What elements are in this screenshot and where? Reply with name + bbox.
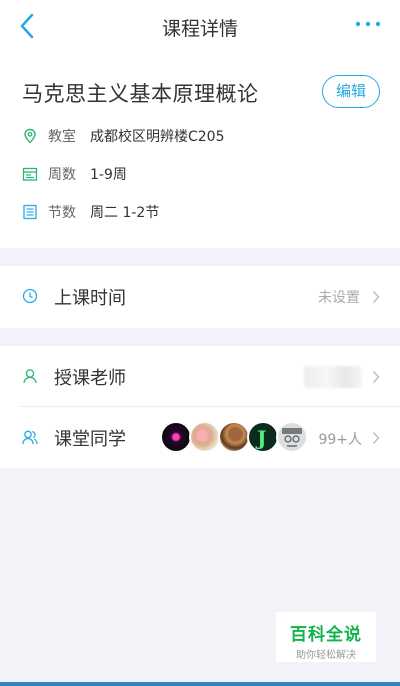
schedule-status: 未设置 — [318, 290, 360, 306]
nav-bar: 课程详情 — [0, 0, 400, 52]
avatar[interactable] — [218, 421, 250, 453]
classmates-count: 99+人 — [318, 432, 362, 448]
bottom-strip — [0, 682, 400, 686]
info-label: 教室 — [48, 129, 76, 145]
info-value: 1-9周 — [90, 167, 127, 183]
teacher-title: 授课老师 — [54, 368, 126, 389]
avatar[interactable] — [276, 421, 308, 453]
info-value: 成都校区明辨楼C205 — [90, 129, 225, 145]
teacher-row[interactable]: 授课老师 — [0, 346, 400, 407]
edit-button[interactable]: 编辑 — [322, 75, 380, 108]
course-info-card: 马克思主义基本原理概论 编辑 教室 成都校区明辨楼C205 周数 1-9周 节数… — [0, 52, 400, 248]
more-icon[interactable] — [354, 14, 382, 34]
chevron-right-icon — [372, 371, 380, 383]
classmates-row[interactable]: 课堂同学 J 99+人 — [0, 407, 400, 468]
avatar[interactable] — [189, 421, 221, 453]
info-label: 节数 — [48, 205, 76, 221]
clock-icon — [22, 288, 38, 304]
course-name: 马克思主义基本原理概论 — [22, 82, 259, 106]
location-icon — [24, 128, 36, 144]
classmates-title: 课堂同学 — [54, 429, 126, 450]
info-row-sessions: 节数 周二 1-2节 — [22, 200, 159, 224]
avatar-glyph: J — [257, 426, 267, 450]
avatar-face-icon — [282, 428, 302, 447]
teacher-name-blurred — [304, 366, 362, 388]
avatar[interactable]: J — [247, 421, 279, 453]
info-row-classroom: 教室 成都校区明辨楼C205 — [22, 124, 225, 148]
schedule-section: 上课时间 未设置 — [0, 266, 400, 328]
person-icon — [23, 369, 37, 384]
schedule-row[interactable]: 上课时间 未设置 — [0, 266, 400, 327]
people-section: 授课老师 课堂同学 J 99+人 — [0, 346, 400, 468]
calendar-icon — [22, 167, 38, 181]
page-title: 课程详情 — [161, 18, 238, 40]
watermark-title: 百科全说 — [290, 625, 362, 645]
list-icon — [23, 204, 37, 220]
chevron-right-icon — [372, 291, 380, 303]
info-row-weeks: 周数 1-9周 — [22, 162, 127, 186]
people-icon — [22, 430, 38, 445]
watermark-subtitle: 助你轻松解决 — [296, 650, 356, 661]
info-value: 周二 1-2节 — [90, 205, 160, 221]
info-label: 周数 — [48, 167, 76, 183]
avatar[interactable] — [160, 421, 192, 453]
chevron-right-icon — [372, 432, 380, 444]
schedule-title: 上课时间 — [54, 288, 126, 309]
watermark-logo: 百科全说 助你轻松解决 — [276, 612, 376, 662]
